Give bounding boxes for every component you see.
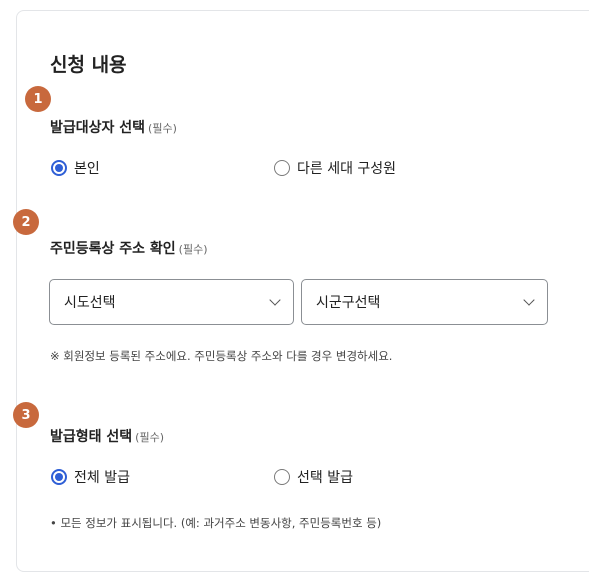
- address-label: 주민등록상 주소 확인 (필수): [50, 238, 208, 258]
- required-marker: (필수): [178, 243, 208, 256]
- sigungu-select[interactable]: 시군구선택: [301, 279, 548, 325]
- radio-full-issue-label: 전체 발급: [74, 470, 130, 486]
- radio-other-member-label: 다른 세대 구성원: [297, 161, 397, 177]
- sido-select[interactable]: 시도선택: [49, 279, 294, 325]
- required-marker: (필수): [135, 431, 164, 444]
- chevron-down-icon: [523, 294, 535, 306]
- radio-self-label: 본인: [74, 161, 100, 177]
- step-1-badge: 1: [25, 86, 51, 112]
- radio-other-member[interactable]: 다른 세대 구성원: [274, 158, 396, 178]
- recipient-label: 발급대상자 선택 (필수): [50, 117, 177, 137]
- address-label-text: 주민등록상 주소 확인: [50, 241, 176, 257]
- radio-other-member-indicator[interactable]: [274, 160, 290, 176]
- chevron-down-icon: [269, 294, 281, 306]
- address-note: ※ 회원정보 등록된 주소에요. 주민등록상 주소와 다를 경우 변경하세요.: [50, 349, 393, 363]
- sigungu-select-value: 시군구선택: [316, 295, 381, 311]
- sido-select-value: 시도선택: [64, 295, 116, 311]
- radio-selective-issue-indicator[interactable]: [274, 469, 290, 485]
- radio-full-issue-indicator[interactable]: [51, 469, 67, 485]
- radio-self[interactable]: 본인: [51, 158, 100, 178]
- radio-selective-issue-label: 선택 발급: [297, 470, 353, 486]
- radio-selective-issue[interactable]: 선택 발급: [274, 467, 353, 487]
- radio-full-issue[interactable]: 전체 발급: [51, 467, 130, 487]
- issue-type-note: • 모든 정보가 표시됩니다. (예: 과거주소 변동사항, 주민등록번호 등): [50, 516, 382, 530]
- issue-type-label-text: 발급형태 선택: [50, 429, 133, 445]
- step-3-badge: 3: [13, 402, 39, 428]
- section-title: 신청 내용: [50, 54, 127, 76]
- radio-self-indicator[interactable]: [51, 160, 67, 176]
- required-marker: (필수): [148, 122, 177, 135]
- recipient-label-text: 발급대상자 선택: [50, 120, 146, 136]
- issue-type-label: 발급형태 선택 (필수): [50, 426, 164, 446]
- step-2-badge: 2: [13, 209, 39, 235]
